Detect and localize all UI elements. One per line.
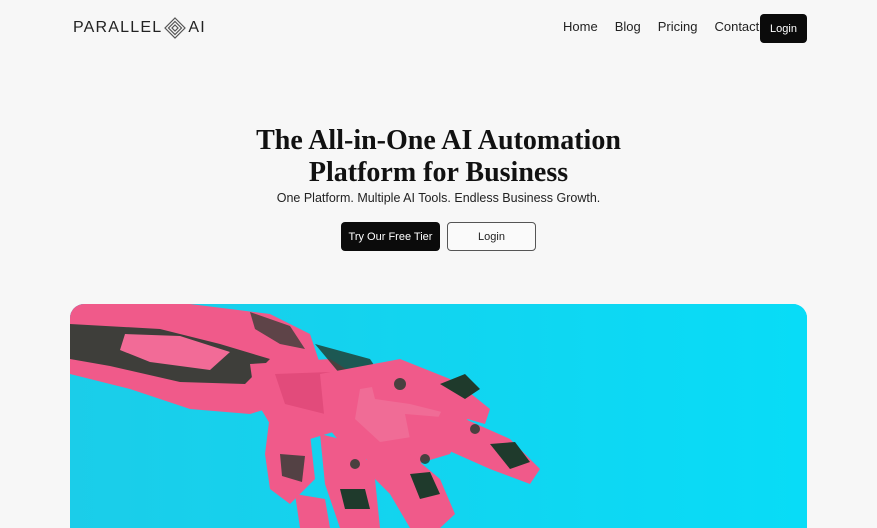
nav-login-button[interactable]: Login: [760, 14, 807, 43]
hero-title-line-1: The All-in-One AI Automation: [256, 125, 621, 156]
nav-link-pricing[interactable]: Pricing: [658, 19, 698, 34]
hero-image: [70, 304, 807, 528]
hero-login-button[interactable]: Login: [447, 222, 536, 251]
top-navigation: PARALLEL AI Home Blog Pricing Contact Lo…: [0, 0, 877, 58]
nav-link-home[interactable]: Home: [563, 19, 598, 34]
brand-logo[interactable]: PARALLEL AI: [73, 16, 206, 40]
brand-name-right: AI: [188, 19, 206, 36]
try-free-tier-button[interactable]: Try Our Free Tier: [341, 222, 440, 251]
nav-link-contact[interactable]: Contact: [714, 19, 759, 34]
brand-name-left: PARALLEL: [73, 19, 163, 36]
nav-link-blog[interactable]: Blog: [615, 19, 641, 34]
robot-hand-illustration: [70, 304, 807, 528]
hero-title: The All-in-One AI Automation Platform fo…: [0, 125, 877, 189]
hero-subtitle: One Platform. Multiple AI Tools. Endless…: [276, 191, 601, 205]
nav-links: Home Blog Pricing Contact: [563, 19, 759, 34]
hero-title-line-2: Platform for Business: [308, 157, 569, 188]
diamond-logo-icon: [164, 17, 187, 39]
